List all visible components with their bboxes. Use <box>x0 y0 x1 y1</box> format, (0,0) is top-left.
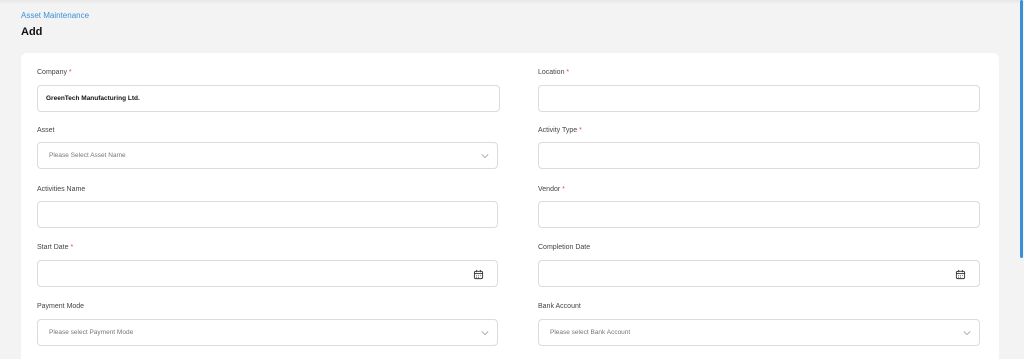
required-marker: * <box>68 69 72 76</box>
activities-name-label: Activities Name <box>37 186 85 193</box>
completion-date-field[interactable] <box>538 260 980 287</box>
activities-name-label-text: Activities Name <box>37 186 86 193</box>
activity-type-label: Activity Type * <box>538 127 582 134</box>
vendor-field[interactable] <box>538 201 980 228</box>
activity-type-label-text: Activity Type <box>538 127 578 134</box>
company-label: Company * <box>37 69 72 76</box>
chevron-down-icon <box>481 154 489 159</box>
page-title: Add <box>21 26 43 38</box>
vendor-label: Vendor * <box>538 186 565 193</box>
start-date-label-text: Start Date <box>37 244 69 251</box>
asset-label-text: Asset <box>37 127 55 134</box>
payment-mode-placeholder: Please select Payment Mode <box>49 329 134 336</box>
asset-placeholder: Please Select Asset Name <box>49 152 126 159</box>
start-date-label: Start Date * <box>37 244 73 251</box>
payment-mode-select[interactable]: Please select Payment Mode <box>37 319 498 346</box>
required-marker: * <box>566 69 570 76</box>
company-field[interactable]: GreenTech Manufacturing Ltd. <box>37 85 500 112</box>
payment-mode-label-text: Payment Mode <box>37 303 85 310</box>
bank-account-placeholder: Please select Bank Account <box>550 329 631 336</box>
company-label-text: Company <box>37 69 67 76</box>
activity-type-field[interactable] <box>538 142 980 169</box>
asset-label: Asset <box>37 127 55 134</box>
required-marker: * <box>70 244 74 251</box>
calendar-icon[interactable] <box>473 269 484 280</box>
location-field[interactable] <box>538 85 980 112</box>
location-label: Location * <box>538 69 569 76</box>
completion-date-label-text: Completion Date <box>538 244 591 251</box>
location-label-text: Location <box>538 69 565 76</box>
required-marker: * <box>579 127 582 134</box>
company-value: GreenTech Manufacturing Ltd. <box>46 95 140 102</box>
asset-select[interactable]: Please Select Asset Name <box>37 142 498 169</box>
chevron-down-icon <box>481 331 489 336</box>
page-scrollbar[interactable] <box>1019 0 1024 359</box>
scrollbar-thumb[interactable] <box>1020 0 1023 258</box>
chevron-down-icon <box>963 331 971 336</box>
bank-account-label-text: Bank Account <box>538 303 581 310</box>
payment-mode-label: Payment Mode <box>37 303 84 310</box>
top-bar-shadow <box>0 0 1024 4</box>
activities-name-field[interactable] <box>37 201 498 228</box>
bank-account-select[interactable]: Please select Bank Account <box>538 319 980 346</box>
breadcrumb[interactable]: Asset Maintenance <box>21 11 89 20</box>
vendor-label-text: Vendor <box>538 186 561 193</box>
bank-account-label: Bank Account <box>538 303 581 310</box>
calendar-icon[interactable] <box>955 269 966 280</box>
form-card: Company * GreenTech Manufacturing Ltd. L… <box>21 53 999 359</box>
start-date-field[interactable] <box>37 260 498 287</box>
completion-date-label: Completion Date <box>538 244 590 251</box>
required-marker: * <box>562 186 565 193</box>
